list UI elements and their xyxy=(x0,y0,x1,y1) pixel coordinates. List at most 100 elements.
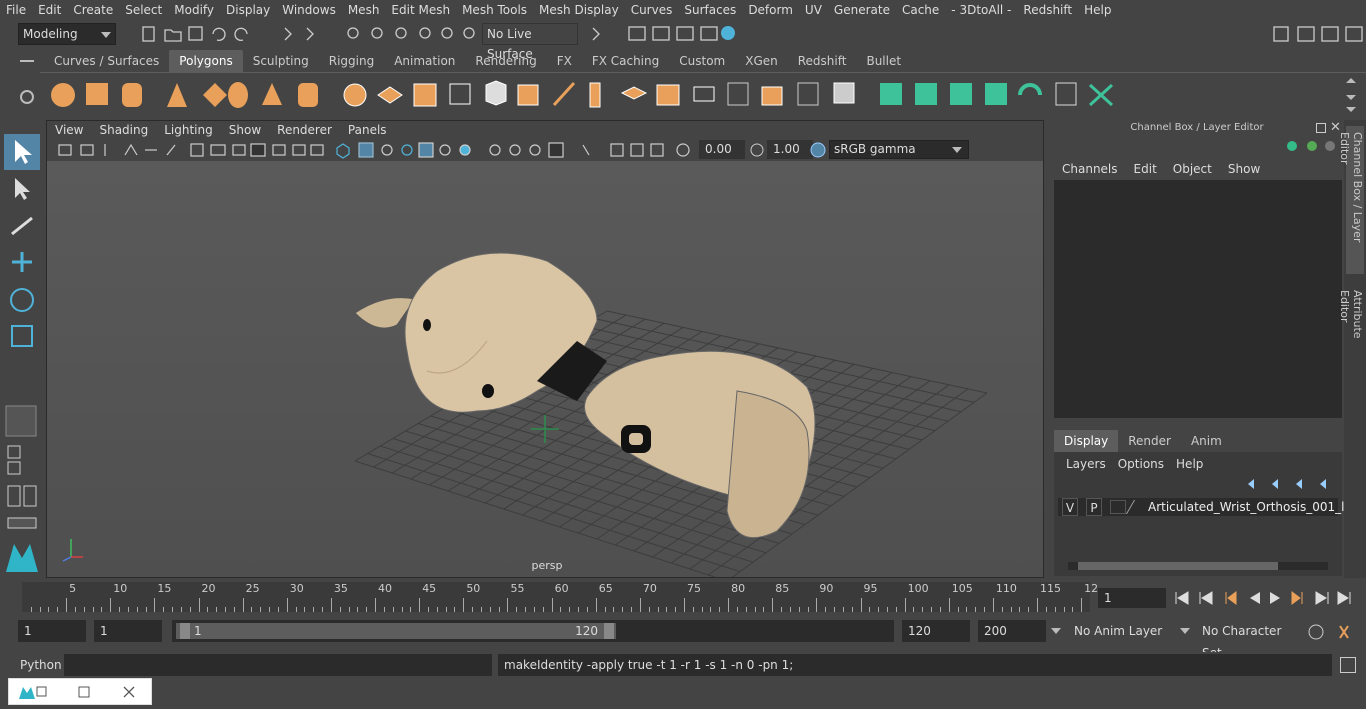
step-forward-icon[interactable] xyxy=(1315,591,1329,605)
append-icon[interactable] xyxy=(693,86,715,102)
bevel-icon[interactable] xyxy=(656,84,680,106)
lights-icon[interactable] xyxy=(418,142,434,158)
layer-visible-toggle[interactable]: V xyxy=(1062,498,1078,516)
gamma-icon[interactable] xyxy=(749,142,765,158)
shelf-scroll-down-icon[interactable] xyxy=(1346,95,1356,100)
ipr-icon[interactable] xyxy=(676,26,694,41)
timeline-ticks[interactable]: 5 10 15 20 25 30 35 40 45 50 55 60 65 70 75 80 85 90 95 100… xyxy=(22,582,1098,612)
camera-select-icon[interactable] xyxy=(58,144,72,156)
snap-magnet-icon[interactable] xyxy=(463,27,475,39)
chevron-down-icon[interactable] xyxy=(1180,628,1190,634)
snap-curve-icon[interactable] xyxy=(371,27,383,39)
new-layer-selected-icon[interactable] xyxy=(1320,479,1326,489)
poly-plane-icon[interactable] xyxy=(203,83,227,107)
menu-curves[interactable]: Curves xyxy=(625,0,679,20)
rotate-tool-icon[interactable] xyxy=(10,288,34,312)
tab-xgen[interactable]: XGen xyxy=(735,50,788,72)
tab-rendering[interactable]: Rendering xyxy=(465,50,546,72)
tab-attribute-editor[interactable]: Attribute Editor xyxy=(1338,284,1364,380)
anim-start-field[interactable]: 1 xyxy=(18,620,86,642)
float-panel-icon[interactable] xyxy=(1316,123,1326,133)
safe-title-icon[interactable] xyxy=(310,144,324,156)
menu-deform[interactable]: Deform xyxy=(742,0,799,20)
script-language-label[interactable]: Python xyxy=(20,656,62,674)
single-pane-icon[interactable] xyxy=(5,405,37,437)
close-icon[interactable] xyxy=(123,686,135,698)
maximize-icon[interactable] xyxy=(78,686,90,698)
shadows-icon[interactable] xyxy=(439,144,451,156)
ipr-render-icon[interactable] xyxy=(652,26,670,41)
menu-mesh-tools[interactable]: Mesh Tools xyxy=(456,0,533,20)
snap-point-icon[interactable] xyxy=(395,27,407,39)
tab-rigging[interactable]: Rigging xyxy=(319,50,384,72)
poly-torus-icon[interactable] xyxy=(228,82,248,108)
mirror-icon[interactable] xyxy=(413,83,437,107)
viewport-canvas[interactable]: persp xyxy=(47,161,1043,582)
layer-name[interactable]: Articulated_Wrist_Orthosis_001_layer xyxy=(1148,498,1366,516)
character-set-dropdown[interactable]: No Character Set xyxy=(1196,620,1300,660)
tab-fx-caching[interactable]: FX Caching xyxy=(582,50,669,72)
chevron-down-icon[interactable] xyxy=(1051,628,1061,634)
shelf-more-icon[interactable] xyxy=(1346,107,1356,112)
scale-tool-icon[interactable] xyxy=(11,325,33,347)
uv-spherical-icon[interactable] xyxy=(950,83,972,105)
menu-mesh[interactable]: Mesh xyxy=(342,0,386,20)
expand-icon-2[interactable] xyxy=(306,27,314,41)
menu-3dtoall[interactable]: - 3DtoAll - xyxy=(945,0,1017,20)
new-layer-icon[interactable] xyxy=(1296,479,1302,489)
menu-surfaces[interactable]: Surfaces xyxy=(678,0,742,20)
tab-channel-box[interactable]: Channel Box / Layer Editor xyxy=(1338,126,1364,274)
range-end-handle[interactable] xyxy=(604,623,614,639)
tab-animation[interactable]: Animation xyxy=(384,50,465,72)
poly-cylinder-icon[interactable] xyxy=(122,83,142,107)
tab-bullet[interactable]: Bullet xyxy=(856,50,911,72)
channel-list[interactable] xyxy=(1054,180,1342,418)
speed-icon[interactable] xyxy=(1307,141,1317,151)
playback-start-field[interactable]: 1 xyxy=(94,620,162,642)
menu-create[interactable]: Create xyxy=(67,0,119,20)
resolution-gate-icon[interactable] xyxy=(232,144,246,156)
colorspace-dropdown[interactable]: sRGB gamma xyxy=(829,140,969,159)
poly-pyramid-icon[interactable] xyxy=(262,83,282,105)
channel-box-icon[interactable] xyxy=(1345,26,1363,42)
move-tool-icon[interactable] xyxy=(12,252,32,272)
channel-menu-object[interactable]: Object xyxy=(1165,160,1220,178)
merge-icon[interactable] xyxy=(761,86,783,106)
snap-view-icon[interactable] xyxy=(419,27,431,39)
script-editor-icon[interactable] xyxy=(1340,657,1356,673)
lasso-tool-icon[interactable] xyxy=(15,178,30,200)
tab-polygons[interactable]: Polygons xyxy=(169,50,243,72)
workspace-icon[interactable] xyxy=(1273,26,1289,42)
multicut-icon[interactable] xyxy=(552,81,576,107)
auto-key-icon[interactable] xyxy=(1308,624,1324,640)
xray-icon[interactable] xyxy=(582,144,590,156)
field-chart-icon[interactable] xyxy=(272,144,286,156)
layer-tab-display[interactable]: Display xyxy=(1054,430,1119,452)
menu-modify[interactable]: Modify xyxy=(168,0,220,20)
wrist-orthosis-model[interactable] xyxy=(354,252,816,539)
uv-automatic-icon[interactable] xyxy=(985,83,1007,105)
step-back-key-icon[interactable] xyxy=(1225,591,1237,605)
poly-cone-icon[interactable] xyxy=(167,83,187,107)
viewport-menu-shading[interactable]: Shading xyxy=(91,121,156,139)
layer-playback-toggle[interactable]: P xyxy=(1086,498,1102,516)
viewport-menu-view[interactable]: View xyxy=(47,121,91,139)
menu-cache[interactable]: Cache xyxy=(896,0,945,20)
menu-mesh-display[interactable]: Mesh Display xyxy=(533,0,625,20)
tab-curves-surfaces[interactable]: Curves / Surfaces xyxy=(44,50,169,72)
open-scene-icon[interactable] xyxy=(164,29,182,42)
go-to-end-icon[interactable] xyxy=(1337,591,1351,605)
range-bar[interactable]: 1 120 xyxy=(176,623,616,639)
color-management-icon[interactable] xyxy=(809,141,827,159)
xray-joints-icon[interactable] xyxy=(610,143,624,157)
snap-grid-icon[interactable] xyxy=(347,27,359,39)
menu-file[interactable]: File xyxy=(0,0,32,20)
fill-hole-icon[interactable] xyxy=(727,82,749,106)
manipulator-icon[interactable] xyxy=(1287,141,1297,151)
pan-zoom-icon[interactable] xyxy=(166,144,176,156)
command-input[interactable] xyxy=(64,654,492,676)
menu-edit-mesh[interactable]: Edit Mesh xyxy=(385,0,456,20)
graph-pane-icon[interactable] xyxy=(23,485,37,507)
collapse-icon[interactable] xyxy=(833,82,855,104)
tab-fx[interactable]: FX xyxy=(547,50,582,72)
